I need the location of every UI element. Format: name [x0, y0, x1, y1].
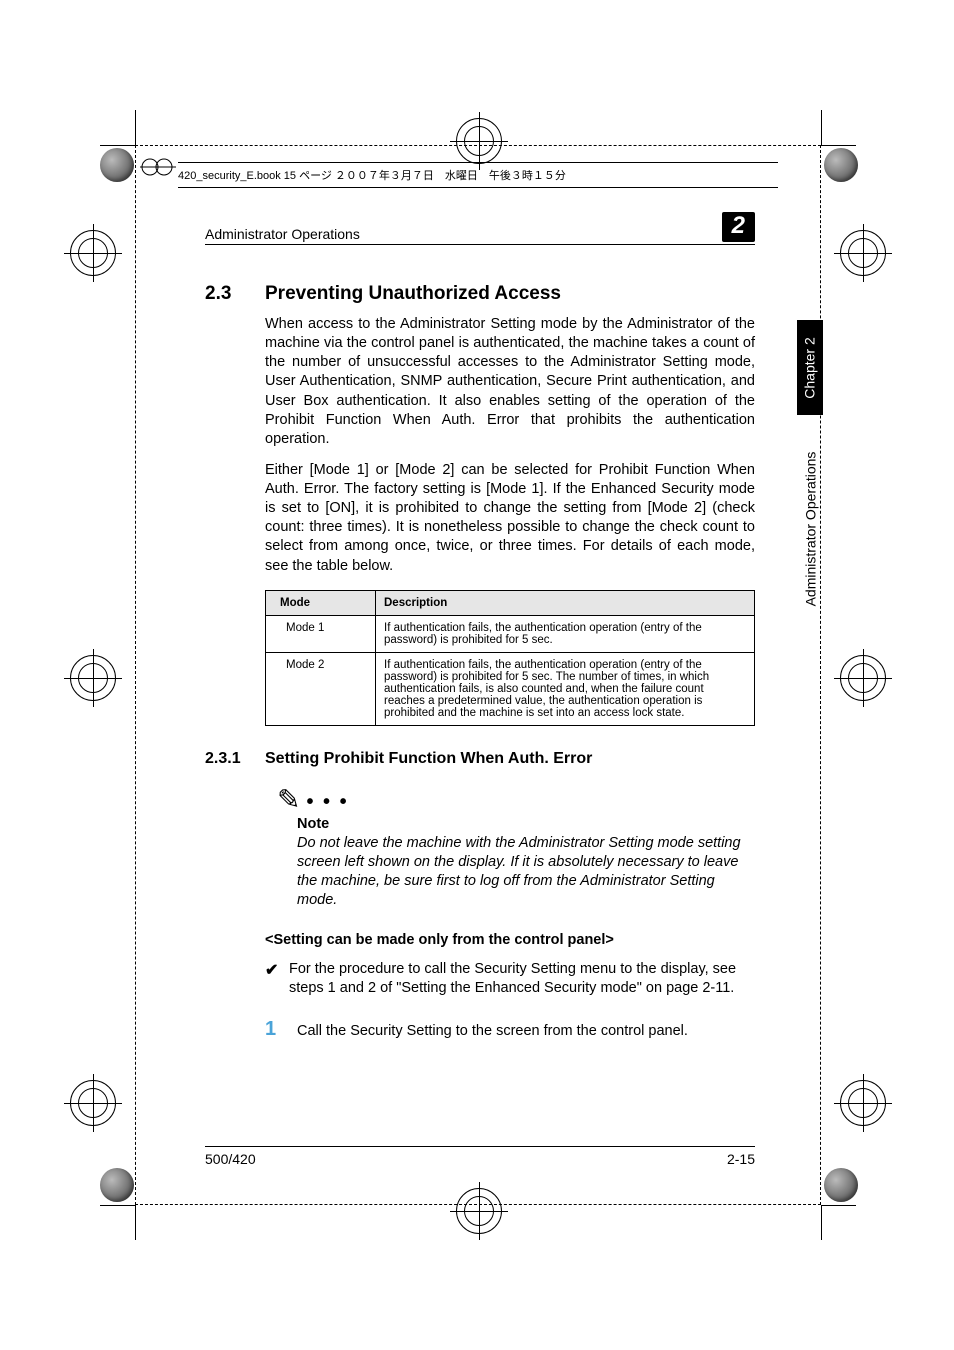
page: 420_security_E.book 15 ページ ２００７年３月７日 水曜日…	[0, 0, 954, 1350]
subsection-title: Setting Prohibit Function When Auth. Err…	[265, 750, 592, 768]
step-item: 1 Call the Security Setting to the scree…	[265, 1018, 755, 1041]
printer-mark-dot-icon	[100, 148, 134, 182]
note-icon-row: ✎ • • •	[277, 786, 755, 814]
paragraph: Either [Mode 1] or [Mode 2] can be selec…	[265, 461, 755, 576]
table-cell-mode: Mode 2	[266, 652, 376, 725]
section-number: 2.3	[205, 283, 247, 305]
crop-tick	[100, 1205, 135, 1206]
subsection-heading: 2.3.1 Setting Prohibit Function When Aut…	[205, 750, 755, 768]
running-header-chapter-num: 2	[722, 212, 755, 242]
crop-tick	[821, 145, 856, 146]
registration-mark-icon	[456, 1188, 502, 1234]
procedure-subhead: <Setting can be made only from the contr…	[265, 932, 755, 948]
side-section-box: Administrator Operations	[797, 419, 823, 639]
crop-tick	[821, 1205, 822, 1240]
printer-mark-dot-icon	[824, 148, 858, 182]
crop-tick	[100, 145, 135, 146]
running-header-title: Administrator Operations	[205, 226, 360, 242]
table-header-mode: Mode	[266, 590, 376, 615]
table-header-row: Mode Description	[266, 590, 755, 615]
registration-mark-icon	[70, 1080, 116, 1126]
step-number: 1	[265, 1018, 279, 1041]
page-footer: 500/420 2-15	[205, 1146, 755, 1167]
note-body: Do not leave the machine with the Admini…	[297, 834, 755, 911]
printer-mark-dot-icon	[100, 1168, 134, 1202]
note-dots-icon: • • •	[306, 792, 348, 814]
registration-mark-icon	[840, 230, 886, 276]
registration-mark-icon	[840, 1080, 886, 1126]
binding-ornament-icon	[140, 155, 176, 179]
note-label: Note	[297, 816, 755, 832]
step-text: Call the Security Setting to the screen …	[297, 1023, 755, 1039]
footer-page-number: 2-15	[727, 1151, 755, 1167]
mode-table: Mode Description Mode 1 If authenticatio…	[265, 590, 755, 726]
side-section-label: Administrator Operations	[802, 452, 818, 607]
crop-tick	[821, 110, 822, 145]
running-header: Administrator Operations 2	[205, 212, 755, 245]
note-pencil-icon: ✎	[277, 786, 300, 814]
check-item-text: For the procedure to call the Security S…	[289, 960, 755, 998]
table-header-description: Description	[376, 590, 755, 615]
checkmark-icon: ✔	[265, 960, 279, 998]
registration-mark-icon	[456, 118, 502, 164]
table-cell-description: If authentication fails, the authenticat…	[376, 652, 755, 725]
table-row: Mode 2 If authentication fails, the auth…	[266, 652, 755, 725]
crop-tick	[135, 1205, 136, 1240]
paragraph: When access to the Administrator Setting…	[265, 315, 755, 449]
registration-mark-icon	[70, 655, 116, 701]
table-cell-description: If authentication fails, the authenticat…	[376, 615, 755, 652]
check-item: ✔ For the procedure to call the Security…	[265, 960, 755, 998]
registration-mark-icon	[840, 655, 886, 701]
crop-tick	[821, 1205, 856, 1206]
registration-mark-icon	[70, 230, 116, 276]
section-title: Preventing Unauthorized Access	[265, 283, 561, 305]
subsection-number: 2.3.1	[205, 750, 247, 768]
table-cell-mode: Mode 1	[266, 615, 376, 652]
section-heading: 2.3 Preventing Unauthorized Access	[205, 283, 755, 305]
print-info-text: 420_security_E.book 15 ページ ２００７年３月７日 水曜日…	[178, 170, 566, 182]
printer-mark-dot-icon	[824, 1168, 858, 1202]
side-chapter-box: Chapter 2	[797, 320, 823, 415]
side-tab: Chapter 2 Administrator Operations	[797, 320, 823, 639]
table-row: Mode 1 If authentication fails, the auth…	[266, 615, 755, 652]
crop-tick	[135, 110, 136, 145]
print-info-strip: 420_security_E.book 15 ページ ２００７年３月７日 水曜日…	[178, 162, 778, 188]
footer-model: 500/420	[205, 1151, 256, 1167]
content-area: Administrator Operations 2 2.3 Preventin…	[205, 212, 755, 1041]
side-chapter-label: Chapter 2	[802, 337, 818, 398]
